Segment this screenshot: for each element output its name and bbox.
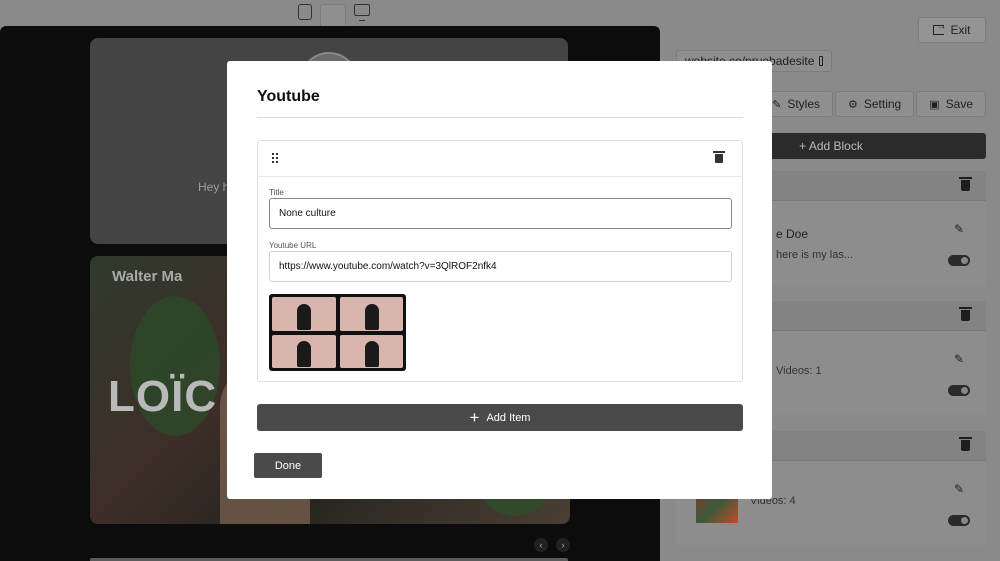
next-icon[interactable]: › xyxy=(556,538,570,552)
done-button[interactable]: Done xyxy=(254,453,322,478)
visibility-toggle[interactable] xyxy=(948,515,970,526)
trash-icon[interactable] xyxy=(959,307,972,321)
trash-icon[interactable] xyxy=(959,177,972,191)
thumbnail-frame xyxy=(339,334,403,368)
tab-save[interactable]: ▣ Save xyxy=(916,91,986,117)
url-label: Youtube URL xyxy=(269,241,317,250)
edit-icon[interactable]: ✎ xyxy=(954,483,966,495)
youtube-url-input[interactable]: https://www.youtube.com/watch?v=3QlROF2n… xyxy=(269,251,732,282)
add-item-label: Add Item xyxy=(486,411,531,424)
block-item-title: e Doe xyxy=(776,227,809,241)
youtube-modal: Youtube Title None culture Youtube URL h… xyxy=(227,61,772,499)
tab-styles-label: Styles xyxy=(787,97,820,111)
hero-subtitle: Walter Ma xyxy=(112,268,183,285)
drag-handle-icon[interactable] xyxy=(272,153,278,163)
tab-setting[interactable]: ⚙ Setting xyxy=(835,91,915,117)
thumbnail-frame xyxy=(272,334,336,368)
block-item-subtitle: here is my las... xyxy=(776,249,854,261)
title-input[interactable]: None culture xyxy=(269,198,732,229)
exit-button[interactable]: Exit xyxy=(918,17,986,43)
thumbnail-frame xyxy=(272,297,336,331)
block-item-subtitle: Videos: 1 xyxy=(776,365,822,377)
visibility-toggle[interactable] xyxy=(948,255,970,266)
visibility-toggle[interactable] xyxy=(948,385,970,396)
title-label: Title xyxy=(269,188,284,197)
mobile-icon[interactable] xyxy=(298,4,312,20)
profile-bio: Hey h xyxy=(198,180,230,194)
desktop-icon[interactable] xyxy=(354,4,370,21)
thumbnail-frame xyxy=(339,297,403,331)
youtube-item-card: Title None culture Youtube URL https://w… xyxy=(257,140,743,382)
prev-icon[interactable]: ‹ xyxy=(534,538,548,552)
carousel-pager: ‹ › xyxy=(534,538,570,552)
modal-title: Youtube xyxy=(257,88,320,105)
trash-icon[interactable] xyxy=(713,151,725,163)
save-icon: ▣ xyxy=(929,98,940,111)
exit-icon xyxy=(933,21,946,35)
trash-icon[interactable] xyxy=(959,437,972,451)
edit-icon[interactable]: ✎ xyxy=(954,353,966,365)
edit-icon[interactable]: ✎ xyxy=(954,223,966,235)
tab-save-label: Save xyxy=(945,97,973,111)
video-thumbnail xyxy=(269,294,406,371)
exit-label: Exit xyxy=(950,23,971,37)
plus-icon: + xyxy=(469,407,480,427)
hero-title: LOÏC xyxy=(108,372,218,421)
gear-icon: ⚙ xyxy=(848,98,858,111)
item-header xyxy=(258,141,742,177)
add-item-button[interactable]: + Add Item xyxy=(257,404,743,431)
divider xyxy=(257,117,743,118)
brush-icon: ✎ xyxy=(772,98,782,111)
tab-setting-label: Setting xyxy=(863,97,902,111)
copy-icon[interactable] xyxy=(819,56,823,66)
